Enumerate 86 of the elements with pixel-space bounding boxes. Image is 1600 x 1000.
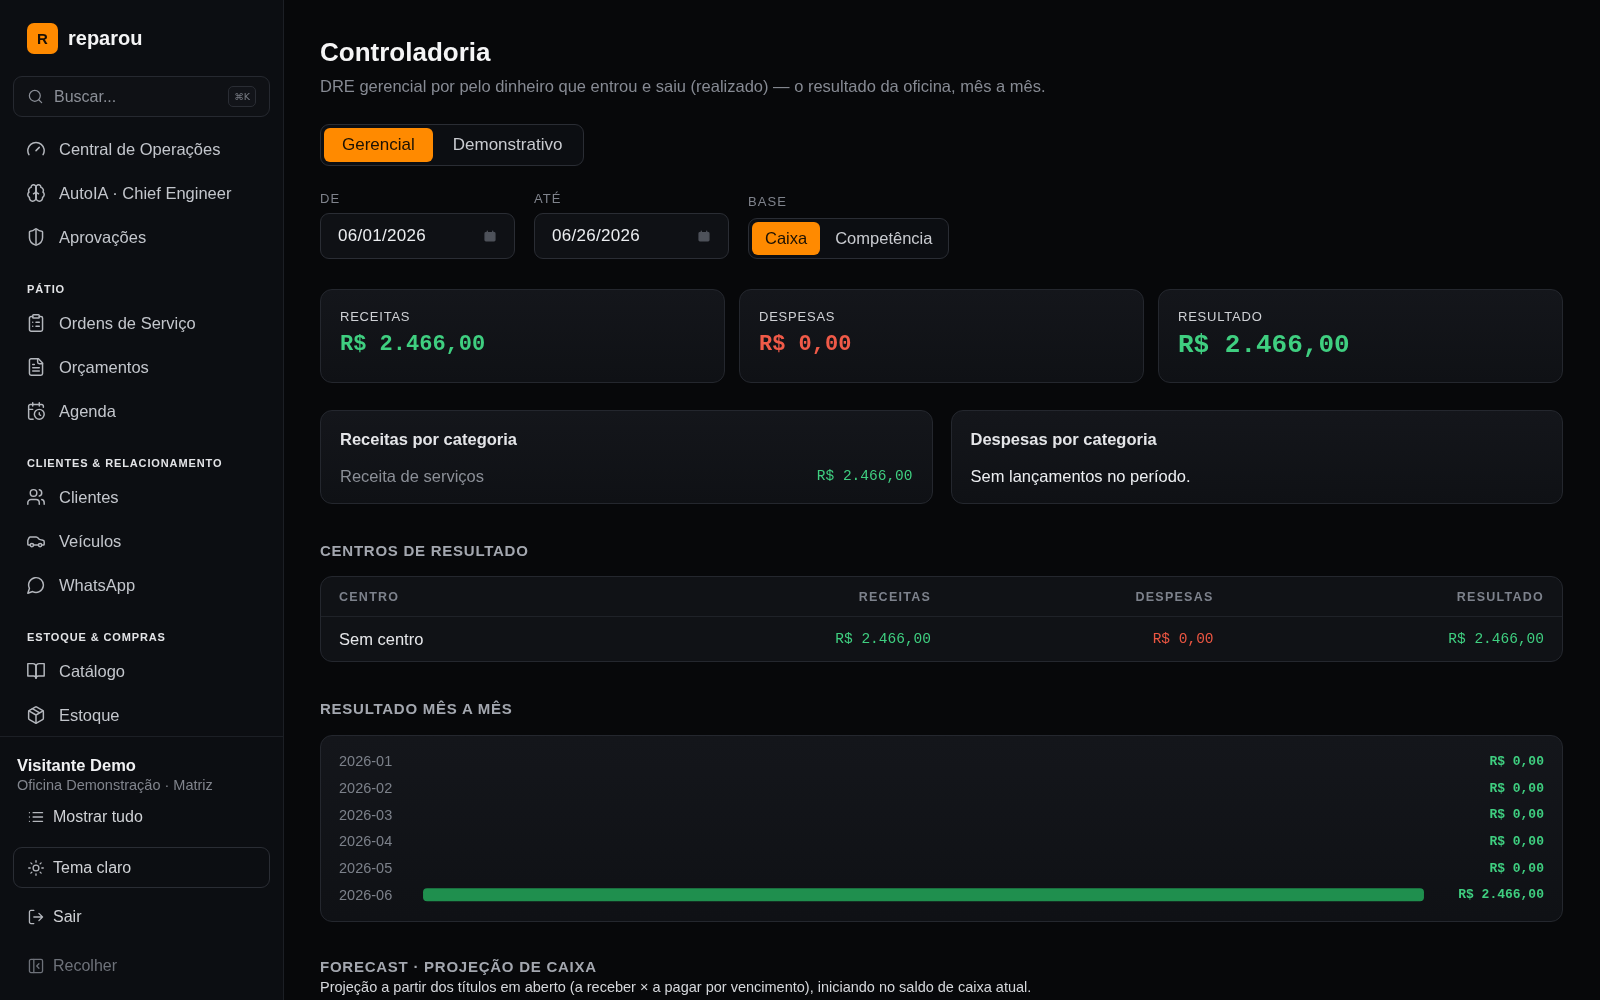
- brand-name: reparou: [68, 26, 143, 50]
- logout-button[interactable]: Sair: [13, 897, 270, 937]
- box-icon: [27, 706, 45, 724]
- nav-section-heading: CLIENTES & RELACIONAMENTO: [26, 456, 224, 471]
- stat-label: DESPESAS: [759, 309, 836, 325]
- column-header: DESPESAS: [1135, 589, 1214, 604]
- calendar-icon: [484, 230, 496, 242]
- stat-value: R$ 2.466,00: [1178, 330, 1350, 360]
- nav-item[interactable]: Aprovações: [13, 215, 270, 259]
- nav-item[interactable]: AutoIA · Chief Engineer: [13, 171, 270, 215]
- value-label: R$ 0,00: [1489, 807, 1544, 823]
- filter-label: ATÉ: [534, 191, 562, 207]
- gauge-icon: [27, 140, 45, 158]
- shield-icon: [27, 228, 45, 246]
- column-header: RESULTADO: [1456, 589, 1544, 604]
- search-icon: [28, 89, 43, 104]
- column-header: CENTRO: [339, 589, 400, 604]
- filter-label: BASE: [748, 194, 787, 210]
- stat-label: RESULTADO: [1178, 309, 1263, 325]
- page-title: Controladoria: [320, 36, 492, 68]
- nav-item[interactable]: Estoque: [13, 693, 270, 736]
- nav-item[interactable]: Agenda: [13, 389, 270, 433]
- nav-item[interactable]: WhatsApp: [13, 563, 270, 607]
- user-organization: Oficina Demonstração · Matriz: [16, 776, 214, 794]
- nav-item[interactable]: Central de Operações: [13, 127, 270, 171]
- filter-label: DE: [320, 191, 341, 207]
- user-name: Visitante Demo: [16, 755, 137, 775]
- nav-item[interactable]: Catálogo: [13, 649, 270, 693]
- date-field[interactable]: 06/26/2026: [534, 213, 729, 259]
- month-label: 2026-06: [339, 886, 393, 903]
- month-label: 2026-02: [339, 780, 393, 797]
- collapse-sidebar-icon: [28, 958, 44, 974]
- stat-value: R$ 2.466,00: [340, 331, 486, 359]
- card-title: Despesas por categoria: [970, 429, 1157, 449]
- stat-value: R$ 0,00: [759, 331, 852, 359]
- month-label: 2026-05: [339, 860, 393, 877]
- calendar-clock-icon: [27, 402, 45, 420]
- collapse-button[interactable]: Recolher: [13, 946, 270, 986]
- section-title: RESULTADO MÊS A MÊS: [320, 699, 513, 719]
- value-label: R$ 0,00: [1489, 833, 1544, 849]
- clipboard-icon: [27, 314, 45, 332]
- nav-section-heading: ESTOQUE & COMPRAS: [26, 630, 167, 645]
- table-cell: Sem centro: [339, 629, 424, 649]
- brain-icon: [27, 184, 45, 202]
- nav-item[interactable]: Veículos: [13, 519, 270, 563]
- stat-label: RECEITAS: [340, 309, 411, 325]
- nav-item[interactable]: Orçamentos: [13, 345, 270, 389]
- nav-section-heading: PÁTIO: [26, 282, 66, 297]
- view-tab[interactable]: Demonstrativo: [434, 128, 581, 162]
- logo-mark: R: [27, 22, 58, 54]
- month-label: 2026-01: [339, 753, 393, 770]
- view-tab[interactable]: Gerencial: [324, 128, 433, 162]
- list-icon: [28, 809, 44, 825]
- empty-message: Sem lançamentos no período.: [970, 466, 1191, 486]
- logout-icon: [28, 909, 44, 925]
- users-icon: [27, 488, 45, 506]
- table-cell: R$ 2.466,00: [835, 631, 931, 647]
- value-label: R$ 0,00: [1489, 753, 1544, 769]
- nav-item[interactable]: Ordens de Serviço: [13, 301, 270, 345]
- show-all-button[interactable]: Mostrar tudo: [13, 797, 270, 837]
- value-label: R$ 2.466,00: [1458, 887, 1544, 903]
- shortcut-hint: ⌘K: [228, 86, 256, 107]
- section-title: CENTROS DE RESULTADO: [320, 541, 529, 561]
- date-field[interactable]: 06/01/2026: [320, 213, 515, 259]
- page-subtitle: DRE gerencial por pelo dinheiro que entrou e saiu (realizado) — o resultado da oficina, mês a mês.: [320, 76, 1046, 96]
- book-icon: [27, 662, 45, 680]
- nav-item[interactable]: Clientes: [13, 475, 270, 519]
- column-header: RECEITAS: [858, 589, 931, 604]
- category-amount: R$ 2.466,00: [816, 467, 913, 486]
- base-option[interactable]: Competência: [822, 222, 946, 255]
- value-label: R$ 0,00: [1489, 860, 1544, 876]
- card-title: Receitas por categoria: [340, 429, 517, 449]
- base-option[interactable]: Caixa: [752, 222, 821, 255]
- section-title: FORECAST · PROJEÇÃO DE CAIXA: [320, 957, 597, 978]
- month-label: 2026-03: [339, 806, 393, 823]
- table-cell: R$ 2.466,00: [1448, 631, 1544, 647]
- month-label: 2026-04: [339, 833, 393, 850]
- calendar-icon: [698, 230, 710, 242]
- chat-bubble-icon: [27, 576, 45, 594]
- sun-icon: [28, 859, 44, 876]
- document-icon: [27, 358, 45, 376]
- table-cell: R$ 0,00: [1152, 631, 1214, 647]
- value-label: R$ 0,00: [1489, 780, 1544, 796]
- category-label: Receita de serviços: [340, 466, 484, 486]
- forecast-description: Projeção a partir dos títulos em aberto (a receber × a pagar por vencimento), iniciando no saldo de caixa atual.: [320, 978, 1032, 997]
- theme-button[interactable]: Tema claro: [13, 847, 270, 888]
